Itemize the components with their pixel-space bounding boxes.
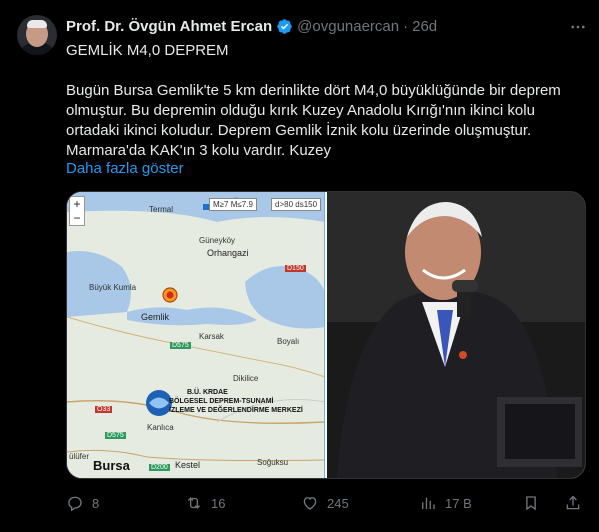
tweet-title: GEMLİK M4,0 DEPREM <box>66 42 229 59</box>
reply-button[interactable]: 8 <box>66 494 99 512</box>
map-label: Termal <box>149 205 174 214</box>
share-icon <box>566 495 580 510</box>
earthquake-map-image[interactable]: + − M≥7 M≤7.9 d>80 ds150 Termal Güneyköy… <box>67 192 325 478</box>
zoom-in-button[interactable]: + <box>70 197 84 211</box>
institute-line: İZLEME VE DEĞERLENDİRME MERKEZİ <box>169 407 303 414</box>
share-button[interactable] <box>564 494 590 512</box>
like-count: 245 <box>327 495 349 511</box>
map-legend-depth: d>80 ds150 <box>271 198 322 211</box>
views-count: 17 B <box>445 495 472 511</box>
tweet-line: olmuştur. Bu depremin olduğu kırık Kuzey… <box>66 102 535 119</box>
reply-icon <box>68 496 82 512</box>
timestamp[interactable]: 26d <box>412 18 437 35</box>
author-name[interactable]: Prof. Dr. Övgün Ahmet Ercan <box>66 18 272 35</box>
map-road-label: D200 <box>149 464 170 471</box>
tweet-line: ortadaki ikinci koludur. Deprem Gemlik İ… <box>66 122 532 139</box>
like-icon <box>303 497 317 510</box>
avatar-hair <box>27 20 47 28</box>
views-button[interactable]: 17 B <box>419 494 472 512</box>
tweet-line: Marmara'da KAK'ın 3 kolu vardır. Kuzey <box>66 142 332 159</box>
speaker-photo[interactable] <box>327 192 585 478</box>
speaker-photo-drawing <box>327 192 585 478</box>
tweet-text: GEMLİK M4,0 DEPREM Bugün Bursa Gemlik'te… <box>66 41 586 161</box>
institute-line: B.Ü. KRDAE <box>187 389 228 396</box>
verified-badge-icon <box>277 18 292 34</box>
map-label: Orhangazi <box>207 248 249 258</box>
map-label: Dikilice <box>233 374 259 383</box>
institute-line: BÖLGESEL DEPREM-TSUNAMİ <box>169 398 274 405</box>
map-label: ülüfer <box>69 452 90 461</box>
tweet[interactable]: Prof. Dr. Övgün Ahmet Ercan @ovgunaercan… <box>0 0 599 532</box>
repost-button[interactable]: 16 <box>185 494 225 512</box>
reply-count: 8 <box>92 495 100 511</box>
zoom-out-button[interactable]: − <box>70 211 84 225</box>
bookmark-button[interactable] <box>522 494 548 512</box>
map-label: Kanlıca <box>147 423 174 432</box>
show-more-link[interactable]: Daha fazla göster <box>66 160 184 177</box>
map-label: Boyalı <box>277 337 300 346</box>
map-road-label: D575 <box>105 432 126 439</box>
map-label: Karsak <box>199 332 224 341</box>
map-label: Soğuksu <box>257 458 289 467</box>
tweet-header: Prof. Dr. Övgün Ahmet Ercan @ovgunaercan… <box>66 16 437 36</box>
media-grid[interactable]: + − M≥7 M≤7.9 d>80 ds150 Termal Güneyköy… <box>66 191 586 479</box>
map-label: Bursa <box>93 458 130 473</box>
more-icon[interactable] <box>569 18 587 41</box>
map-legend-magnitude: M≥7 M≤7.9 <box>209 198 257 211</box>
repost-icon <box>187 497 201 509</box>
tweet-line: Bugün Bursa Gemlik'te 5 km derinlikte dö… <box>66 82 561 99</box>
map-label: Büyük Kumla <box>89 283 137 292</box>
views-icon <box>422 497 435 509</box>
map-label: Kestel <box>175 460 201 470</box>
repost-count: 16 <box>211 495 226 511</box>
map-road-label: O33 <box>95 406 113 413</box>
map-road-label: D575 <box>170 342 191 349</box>
map-label: Güneyköy <box>199 236 236 245</box>
like-button[interactable]: 245 <box>301 494 349 512</box>
map-road-label: D150 <box>285 265 306 272</box>
institute-caption: B.Ü. KRDAE BÖLGESEL DEPREM-TSUNAMİ İZLEM… <box>169 388 303 415</box>
separator-dot: · <box>403 17 409 35</box>
map-zoom-control[interactable]: + − <box>69 196 85 226</box>
bookmark-icon <box>526 496 536 511</box>
action-bar: 8 16 245 17 B <box>66 494 586 516</box>
avatar[interactable] <box>17 15 57 55</box>
author-handle[interactable]: @ovgunaercan <box>297 18 399 35</box>
map-label: Gemlik <box>141 312 170 322</box>
